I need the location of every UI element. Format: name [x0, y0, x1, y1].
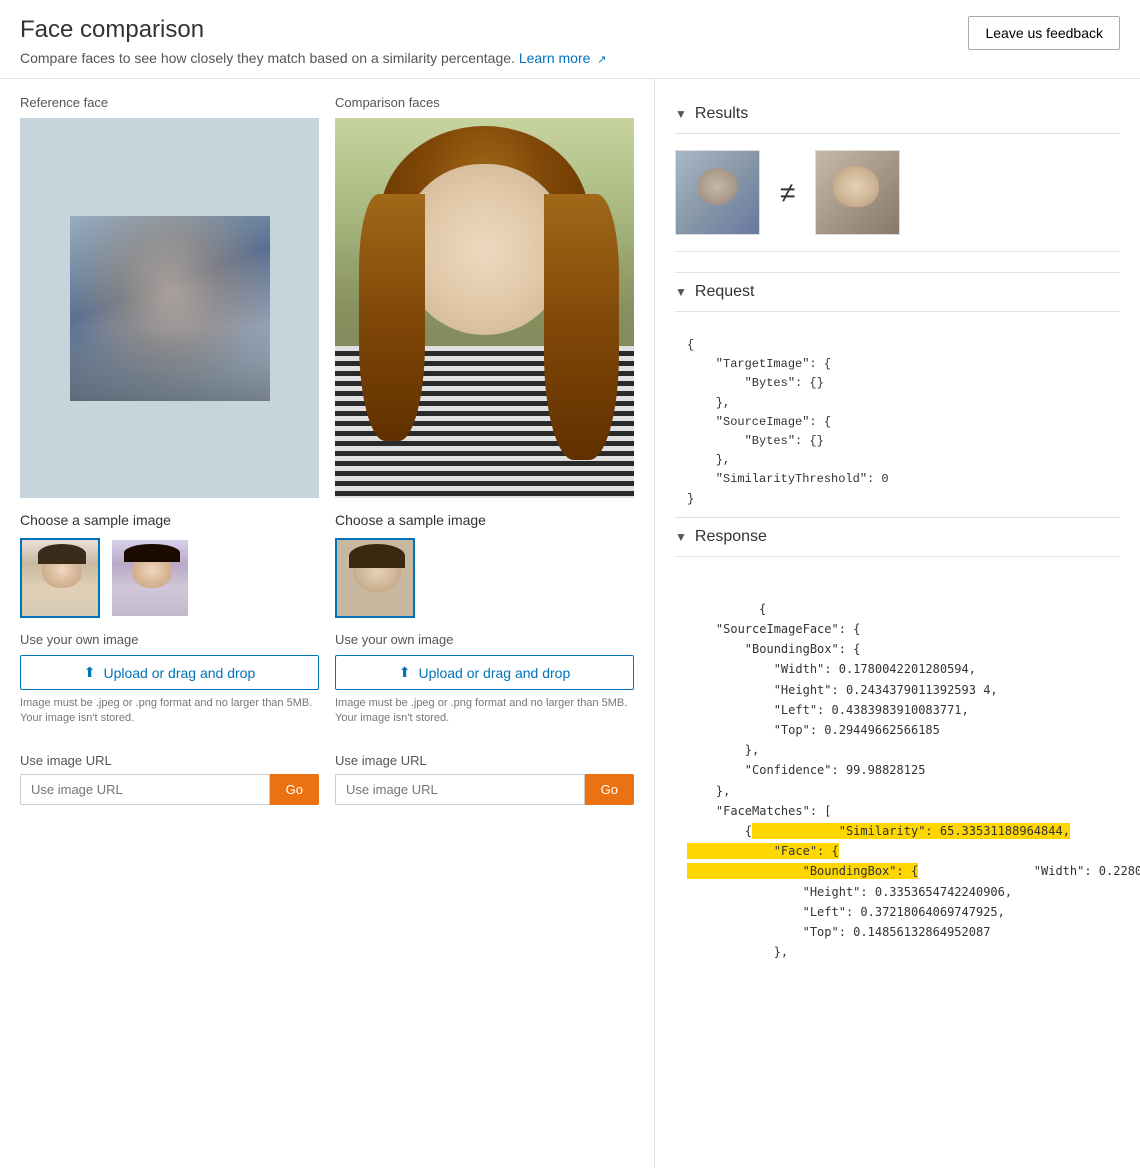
person1-thumb — [22, 540, 100, 618]
reference-face-image — [70, 216, 270, 401]
request-collapse-icon: ▼ — [675, 285, 687, 299]
comparison-sample-1[interactable] — [335, 538, 415, 618]
result-face2 — [815, 150, 900, 235]
response-title: Response — [695, 528, 767, 546]
comparison-url-go-button[interactable]: Go — [585, 774, 634, 805]
hair-left — [359, 194, 425, 441]
person3-thumb — [337, 540, 415, 618]
learn-more-link[interactable]: Learn more ↗ — [519, 50, 607, 66]
result-face2-image — [816, 151, 899, 234]
comparison-sample-section: Choose a sample image — [335, 512, 634, 618]
hair-right — [544, 194, 619, 460]
request-header[interactable]: ▼ Request — [675, 273, 1120, 312]
comparison-url-section: Use image URL Go — [335, 753, 634, 805]
reference-url-go-button[interactable]: Go — [270, 774, 319, 805]
main-content: Reference face Choose a sample image — [0, 79, 1140, 1168]
comparison-upload-label: Use your own image — [335, 632, 634, 647]
reference-upload-section: Use your own image ⬆ Upload or drag and … — [20, 632, 319, 727]
comparison-sample-label: Choose a sample image — [335, 512, 634, 528]
upload-icon-2: ⬆ — [399, 664, 411, 681]
face-layer — [401, 164, 568, 335]
not-equal-symbol: ≠ — [780, 177, 795, 209]
results-collapse-icon: ▼ — [675, 107, 687, 121]
comparison-url-label: Use image URL — [335, 753, 634, 768]
comparison-label: Comparison faces — [335, 95, 634, 110]
reference-image-preview — [20, 118, 319, 498]
result-face1-image — [676, 151, 759, 234]
comparison-upload-hint: Image must be .jpeg or .png format and n… — [335, 696, 634, 727]
comparison-face-image — [335, 118, 634, 498]
reference-sample-images — [20, 538, 319, 618]
reference-label: Reference face — [20, 95, 319, 110]
page-header: Face comparison Compare faces to see how… — [0, 0, 1140, 79]
image-columns: Reference face Choose a sample image — [20, 95, 634, 805]
comparison-url-input[interactable] — [335, 774, 585, 805]
feedback-button[interactable]: Leave us feedback — [968, 16, 1120, 50]
external-link-icon: ↗ — [597, 54, 606, 66]
request-code: { "TargetImage": { "Bytes": {} }, "Sourc… — [675, 328, 1120, 517]
results-title: Results — [695, 105, 748, 123]
reference-url-label: Use image URL — [20, 753, 319, 768]
request-title: Request — [695, 283, 755, 301]
response-code: { "SourceImageFace": { "BoundingBox": { … — [675, 573, 1120, 991]
page-title: Face comparison — [20, 16, 607, 44]
left-panel: Reference face Choose a sample image — [0, 79, 655, 1168]
comparison-url-row: Go — [335, 774, 634, 805]
right-panel: ▼ Results ≠ ▼ Request { — [655, 79, 1140, 1168]
reference-sample-1[interactable] — [20, 538, 100, 618]
upload-icon: ⬆ — [84, 664, 96, 681]
response-header[interactable]: ▼ Response — [675, 518, 1120, 557]
comparison-upload-button[interactable]: ⬆ Upload or drag and drop — [335, 655, 634, 690]
response-collapse-icon: ▼ — [675, 530, 687, 544]
reference-column: Reference face Choose a sample image — [20, 95, 319, 805]
person2-thumb — [112, 540, 190, 618]
result-face1 — [675, 150, 760, 235]
comparison-image-preview — [335, 118, 634, 498]
face-comparison-result: ≠ — [675, 150, 1120, 252]
reference-url-input[interactable] — [20, 774, 270, 805]
reference-sample-section: Choose a sample image — [20, 512, 319, 618]
reference-sample-label: Choose a sample image — [20, 512, 319, 528]
reference-upload-button[interactable]: ⬆ Upload or drag and drop — [20, 655, 319, 690]
results-header[interactable]: ▼ Results — [675, 95, 1120, 134]
reference-upload-label: Use your own image — [20, 632, 319, 647]
comparison-sample-images — [335, 538, 634, 618]
results-section: ▼ Results ≠ ▼ Request { — [675, 95, 1120, 990]
comparison-column: Comparison faces — [335, 95, 634, 805]
reference-url-section: Use image URL Go — [20, 753, 319, 805]
reference-upload-hint: Image must be .jpeg or .png format and n… — [20, 696, 319, 727]
header-left: Face comparison Compare faces to see how… — [20, 16, 607, 66]
request-section: ▼ Request { "TargetImage": { "Bytes": {}… — [675, 273, 1120, 517]
reference-url-row: Go — [20, 774, 319, 805]
response-code-before: { "SourceImageFace": { "BoundingBox": { … — [687, 602, 998, 838]
reference-sample-2[interactable] — [110, 538, 190, 618]
comparison-upload-section: Use your own image ⬆ Upload or drag and … — [335, 632, 634, 727]
response-section: ▼ Response { "SourceImageFace": { "Bound… — [675, 518, 1120, 991]
page-description: Compare faces to see how closely they ma… — [20, 50, 607, 66]
